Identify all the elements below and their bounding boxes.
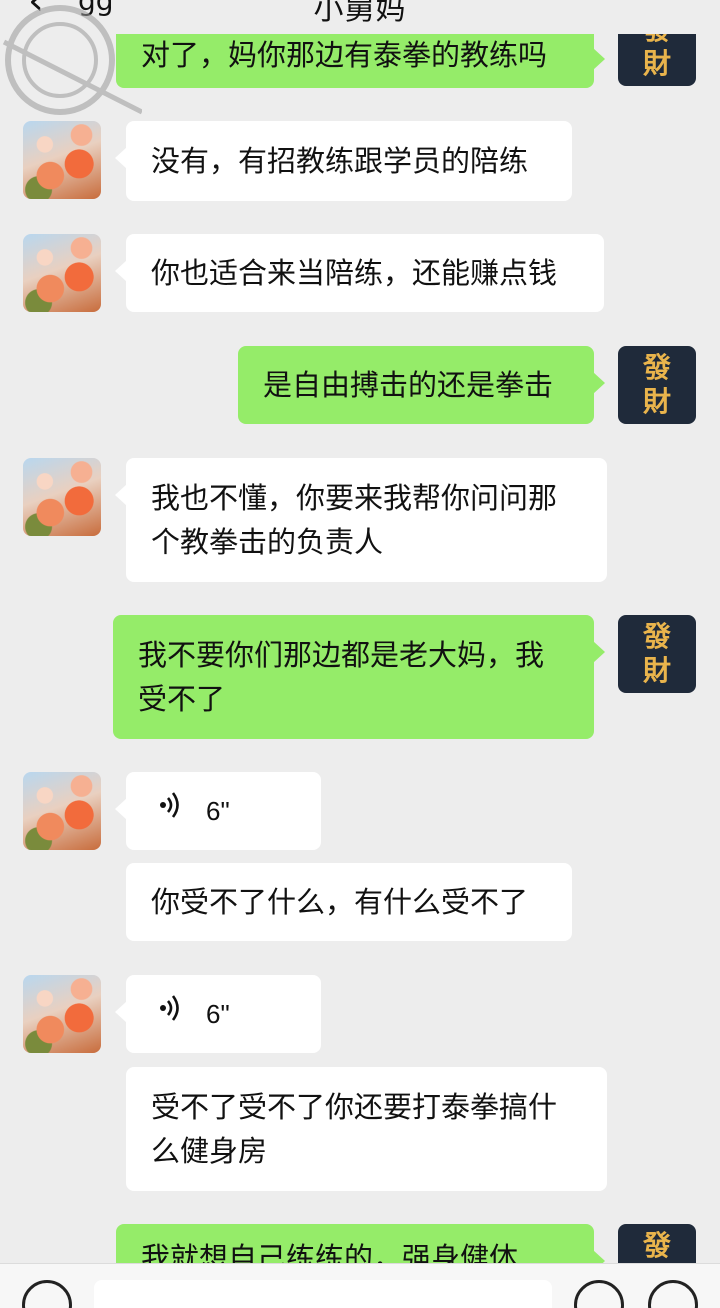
message-text: 对了，妈你那边有泰拳的教练吗 — [141, 38, 548, 72]
voice-message-bubble[interactable]: 6" — [115, 975, 321, 1053]
message-text: 是自由搏击的还是拳击 — [263, 368, 554, 402]
contact-avatar[interactable] — [23, 458, 101, 536]
message-input[interactable] — [94, 1280, 552, 1308]
message-bubble-sent[interactable]: 是自由搏击的还是拳击 — [238, 346, 605, 424]
voice-message-bubble[interactable]: 6" — [115, 772, 321, 850]
avatar-char-top: 發 — [642, 620, 671, 653]
voice-wave-icon — [160, 992, 180, 1036]
avatar-char-bottom: 財 — [642, 654, 671, 687]
contact-avatar[interactable] — [23, 121, 101, 199]
avatar-char-bottom: 財 — [642, 385, 671, 418]
message-bubble-received[interactable]: 受不了受不了你还要打泰拳搞什么健身房 — [126, 1067, 607, 1191]
message-bubble-received[interactable]: 你受不了什么，有什么受不了 — [126, 863, 572, 941]
emoji-icon[interactable] — [574, 1280, 624, 1308]
input-bar — [0, 1263, 720, 1308]
voice-duration: 6" — [206, 999, 230, 1029]
message-bubble-received[interactable]: 没有，有招教练跟学员的陪练 — [115, 121, 572, 201]
avatar-char-bottom: 財 — [642, 47, 671, 80]
my-avatar[interactable]: 發 財 — [618, 346, 696, 424]
message-bubble-sent[interactable]: 我不要你们那边都是老大妈，我受不了 — [113, 615, 605, 739]
chat-header: ‹ gg 小舅妈 ··· — [0, 0, 720, 34]
message-text: 我也不懂，你要来我帮你问问那个教拳击的负责人 — [151, 481, 558, 559]
plus-icon[interactable] — [648, 1280, 698, 1308]
message-bubble-received[interactable]: 你也适合来当陪练，还能赚点钱 — [115, 234, 604, 312]
avatar-char-top: 發 — [642, 1229, 671, 1262]
my-avatar[interactable]: 發 財 — [618, 615, 696, 693]
contact-avatar[interactable] — [23, 772, 101, 850]
message-text: 受不了受不了你还要打泰拳搞什么健身房 — [151, 1090, 558, 1168]
message-text: 你也适合来当陪练，还能赚点钱 — [151, 256, 558, 290]
voice-wave-icon — [160, 789, 180, 833]
contact-avatar[interactable] — [23, 975, 101, 1053]
more-options-icon[interactable]: ··· — [644, 0, 684, 19]
chat-title: 小舅妈 — [313, 0, 407, 27]
message-text: 我不要你们那边都是老大妈，我受不了 — [138, 638, 545, 716]
message-text: 没有，有招教练跟学员的陪练 — [151, 144, 529, 178]
contact-avatar[interactable] — [23, 234, 101, 312]
message-bubble-received[interactable]: 我也不懂，你要来我帮你问问那个教拳击的负责人 — [115, 458, 607, 582]
voice-input-icon[interactable] — [22, 1280, 72, 1308]
voice-duration: 6" — [206, 796, 230, 826]
avatar-char-top: 發 — [642, 351, 671, 384]
message-text: 你受不了什么，有什么受不了 — [151, 885, 529, 919]
